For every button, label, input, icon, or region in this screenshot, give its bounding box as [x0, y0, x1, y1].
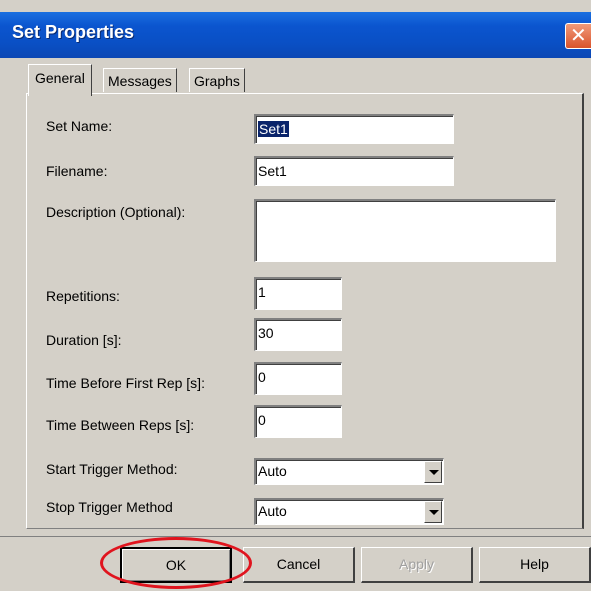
description-field[interactable]: [254, 199, 556, 262]
repetitions-label: Repetitions:: [46, 288, 120, 304]
cancel-button[interactable]: Cancel: [243, 547, 355, 583]
apply-button[interactable]: Apply: [361, 547, 473, 583]
tab-graphs[interactable]: Graphs: [189, 68, 245, 92]
set-name-value: Set1: [258, 121, 289, 137]
time-before-first-rep-field[interactable]: 0: [254, 362, 342, 395]
filename-label: Filename:: [46, 163, 108, 179]
time-between-reps-field[interactable]: 0: [254, 405, 342, 438]
chevron-down-icon[interactable]: [424, 461, 442, 483]
window-title: Set Properties: [12, 22, 135, 42]
start-trigger-value: Auto: [258, 463, 287, 479]
start-trigger-label: Start Trigger Method:: [46, 461, 178, 477]
close-icon: ✕: [570, 25, 587, 47]
stop-trigger-select[interactable]: Auto: [254, 498, 444, 525]
repetitions-field[interactable]: 1: [254, 277, 342, 310]
tab-messages[interactable]: Messages: [103, 68, 177, 92]
tab-general[interactable]: General: [28, 64, 92, 96]
duration-field[interactable]: 30: [254, 318, 342, 351]
set-name-field[interactable]: Set1: [254, 114, 454, 144]
help-button[interactable]: Help: [479, 547, 591, 583]
stop-trigger-value: Auto: [258, 503, 287, 519]
title-bar[interactable]: Set Properties ✕: [0, 12, 591, 58]
description-label: Description (Optional):: [46, 204, 186, 220]
chevron-down-icon[interactable]: [424, 501, 442, 523]
close-button[interactable]: ✕: [565, 23, 591, 49]
set-name-label: Set Name:: [46, 118, 113, 134]
time-before-first-rep-label: Time Before First Rep [s]:: [46, 375, 205, 391]
filename-field[interactable]: Set1: [254, 156, 454, 186]
ok-button[interactable]: OK: [120, 547, 232, 583]
dialog-window: Set Properties ✕ General Messages Graphs…: [0, 0, 591, 591]
start-trigger-select[interactable]: Auto: [254, 458, 444, 485]
time-between-reps-label: Time Between Reps [s]:: [46, 417, 195, 433]
duration-label: Duration [s]:: [46, 332, 122, 348]
stop-trigger-label: Stop Trigger Method: [46, 499, 173, 515]
